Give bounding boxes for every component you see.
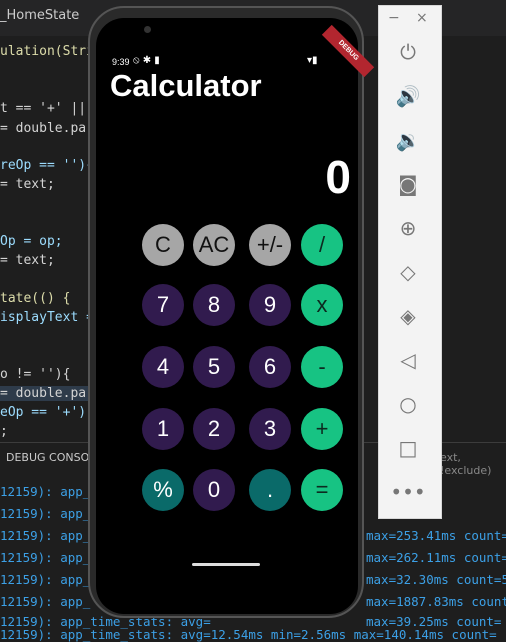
code-line: = text;: [0, 177, 55, 192]
calc-button[interactable]: 2: [193, 408, 235, 450]
calc-button[interactable]: =: [301, 469, 343, 511]
log-line-right: max=1887.83ms count: [366, 594, 506, 609]
gesture-nav-bar[interactable]: [192, 563, 260, 566]
rotate-right-icon[interactable]: ◈: [396, 304, 420, 328]
log-line-right: max=262.11ms count=: [366, 550, 506, 565]
log-line-right: max=39.25ms count=: [366, 614, 502, 629]
code-line: Op = op;: [0, 234, 63, 249]
editor-tab[interactable]: _HomeState: [0, 8, 79, 23]
calc-button[interactable]: -: [301, 346, 343, 388]
rotate-left-icon[interactable]: ◇: [396, 260, 420, 284]
console-filter-text: ext, !exclude): [440, 451, 492, 477]
calc-button[interactable]: x: [301, 284, 343, 326]
code-line: isplayText =: [0, 310, 94, 325]
code-line-highlighted: = double.par: [0, 386, 100, 401]
code-line: = double.par: [0, 121, 94, 136]
log-line: 12159): app_: [0, 506, 91, 521]
calculator-display: 0: [325, 151, 351, 203]
home-icon[interactable]: ○: [396, 392, 420, 416]
calc-button[interactable]: 7: [142, 284, 184, 326]
code-line: = text;: [0, 253, 55, 268]
volume-up-icon[interactable]: 🔊: [396, 84, 421, 108]
calc-button[interactable]: 0: [193, 469, 235, 511]
code-line: tate(() {: [0, 291, 71, 306]
code-line: eOp == '+'): [0, 405, 87, 420]
code-line: t == '+' ||: [0, 101, 87, 116]
code-line: o != ''){: [0, 367, 71, 382]
wifi-battery-icon: ▾▮: [307, 55, 318, 66]
calc-button[interactable]: 6: [249, 346, 291, 388]
calc-button[interactable]: AC: [193, 224, 235, 266]
log-line: 12159): app_: [0, 528, 91, 543]
minimize-button[interactable]: −: [388, 10, 400, 26]
calc-button[interactable]: %: [142, 469, 184, 511]
calc-button[interactable]: 9: [249, 284, 291, 326]
calc-button[interactable]: 3: [249, 408, 291, 450]
calc-button[interactable]: 1: [142, 408, 184, 450]
calc-button[interactable]: 8: [193, 284, 235, 326]
log-line-right: max=32.30ms count=5: [366, 572, 506, 587]
zoom-icon[interactable]: ⊕: [396, 216, 420, 240]
calc-button[interactable]: /: [301, 224, 343, 266]
overview-icon[interactable]: □: [396, 436, 420, 460]
camera-icon[interactable]: ◙: [396, 172, 420, 196]
log-line: 12159): app_: [0, 550, 91, 565]
camera-icon: [144, 26, 151, 33]
power-icon[interactable]: ⏻: [396, 40, 420, 64]
code-line: reOp == ''){: [0, 158, 94, 173]
volume-down-icon[interactable]: 🔉: [396, 128, 421, 152]
close-button[interactable]: ×: [416, 10, 428, 26]
calc-button[interactable]: 5: [193, 346, 235, 388]
back-icon[interactable]: ◁: [396, 348, 420, 372]
log-line: 12159): app_: [0, 594, 91, 609]
calc-button[interactable]: +/-: [249, 224, 291, 266]
calc-button[interactable]: .: [249, 469, 291, 511]
log-line-right: max=253.41ms count=: [366, 528, 506, 543]
calc-button[interactable]: 4: [142, 346, 184, 388]
status-notification-icons: ⦸ ✱ ▮: [133, 55, 160, 66]
log-line: 12159): app_: [0, 484, 91, 499]
code-line: ;: [0, 424, 8, 439]
calc-button[interactable]: C: [142, 224, 184, 266]
status-time: 9:39: [112, 57, 130, 67]
log-line: 12159): app_: [0, 572, 91, 587]
app-title: Calculator: [110, 68, 262, 103]
more-icon[interactable]: •••: [390, 480, 425, 504]
code-line: ulation(Stri: [0, 44, 94, 59]
calc-button[interactable]: +: [301, 408, 343, 450]
